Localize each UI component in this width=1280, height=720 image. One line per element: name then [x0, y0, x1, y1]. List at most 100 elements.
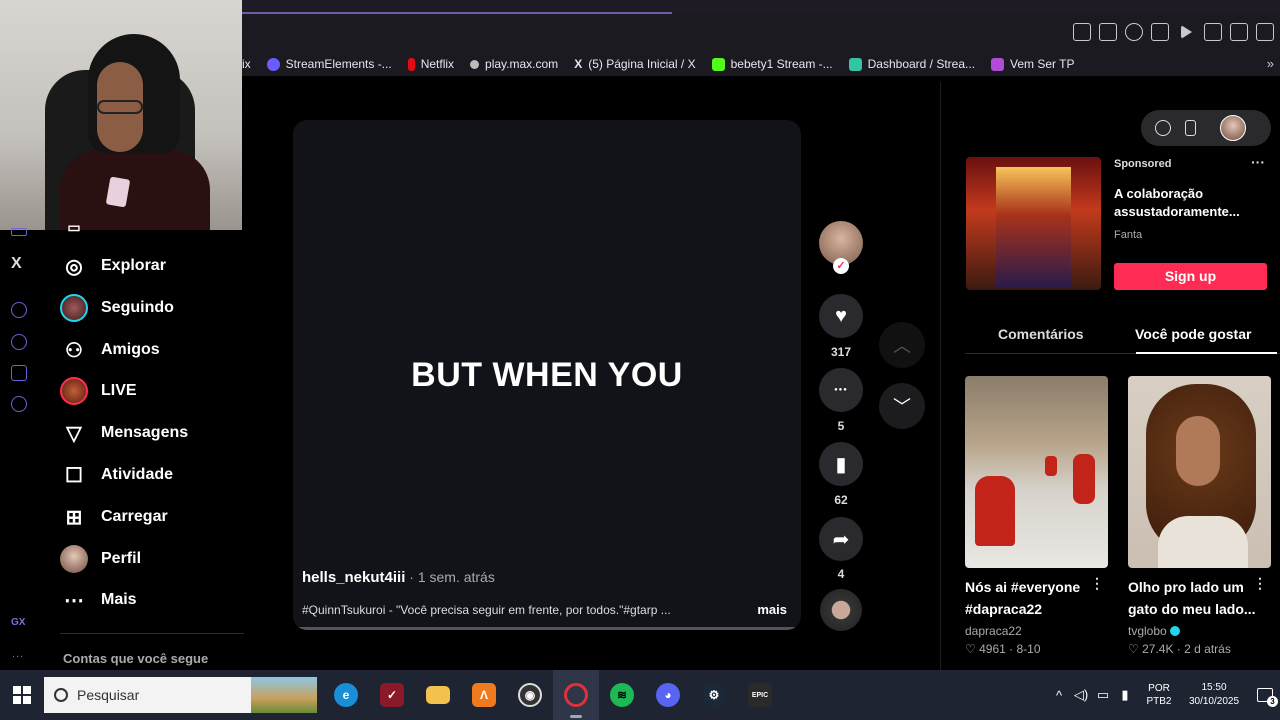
gx-icon[interactable]: GX [11, 617, 25, 628]
nav-label: Explorar [101, 257, 166, 274]
author-name: tvglobo [1128, 624, 1167, 638]
network-icon[interactable]: ▭ [1092, 687, 1114, 703]
tab-you-may-like[interactable]: Você pode gostar [1135, 326, 1251, 342]
translate-icon[interactable] [1151, 23, 1169, 41]
taskbar-app[interactable]: ≋ [599, 670, 645, 720]
taskbar-app[interactable]: Λ [461, 670, 507, 720]
recommendation-card[interactable]: Olho pro lado um gato do meu lado... ⋮ t… [1128, 376, 1271, 656]
shield-icon[interactable] [1125, 23, 1143, 41]
ad-brand: Fanta [1114, 229, 1143, 241]
rail-more-icon[interactable]: ... [12, 648, 24, 660]
more-button[interactable]: mais [757, 602, 787, 617]
player-icon[interactable] [11, 302, 27, 318]
comment-count: 5 [837, 419, 845, 433]
bookmark-dashboard[interactable]: Dashboard / Strea... [848, 57, 975, 71]
bookmark-vem-ser-tp[interactable]: Vem Ser TP [991, 57, 1075, 71]
nav-explorar[interactable]: ◎ Explorar [60, 251, 166, 281]
recommendation-author[interactable]: dapraca22 [965, 624, 1108, 638]
notifications-button[interactable]: 3 [1250, 683, 1280, 707]
bookmark-partial[interactable]: ix [242, 57, 251, 71]
follow-check-icon[interactable]: ✓ [833, 258, 849, 274]
bookmarks-overflow-icon[interactable]: » [1267, 56, 1274, 71]
bookmark-streamelements[interactable]: StreamElements -... [266, 57, 392, 71]
recommendation-thumbnail[interactable] [1128, 376, 1271, 568]
taskbar-app[interactable]: EPIC [737, 670, 783, 720]
search-icon [54, 688, 68, 702]
account-icon[interactable] [1204, 23, 1222, 41]
nav-atividade[interactable]: ☐ Atividade [60, 460, 173, 490]
taskbar-app[interactable]: ✓ [369, 670, 415, 720]
friends-icon: ⚇ [65, 339, 83, 362]
save-button[interactable]: ▮ [819, 442, 863, 486]
folder-icon [426, 686, 450, 704]
recommendation-options-icon[interactable]: ⋮ [1090, 575, 1104, 592]
extensions-icon[interactable] [11, 365, 27, 381]
save-count: 62 [834, 493, 848, 507]
language-indicator[interactable]: POR PTB2 [1142, 682, 1176, 708]
taskbar-app[interactable] [415, 670, 461, 720]
browser-tab-strip[interactable] [242, 0, 1280, 14]
bookmark-netflix[interactable]: Netflix [407, 57, 454, 71]
volume-icon[interactable]: ◁) [1070, 687, 1092, 703]
ad-options-icon[interactable]: ··· [1251, 154, 1265, 170]
taskbar-clock[interactable]: 15:50 30/10/2025 [1182, 681, 1246, 709]
pin-icon[interactable] [1073, 23, 1091, 41]
nav-partial-item[interactable]: ▭ [60, 218, 101, 236]
like-button[interactable]: ♥ [819, 294, 863, 338]
comment-button[interactable]: ●●● [819, 368, 863, 412]
taskbar-search[interactable]: Pesquisar [44, 677, 317, 713]
sign-up-button[interactable]: Sign up [1114, 263, 1267, 290]
account-avatar[interactable] [1220, 115, 1246, 141]
tab-comments[interactable]: Comentários [998, 326, 1084, 342]
nav-carregar[interactable]: ⊞ Carregar [60, 502, 168, 532]
taskbar-app[interactable]: e [323, 670, 369, 720]
taskbar-app[interactable] [553, 670, 599, 720]
share-button[interactable]: ➦ [819, 517, 863, 561]
woman-top [1158, 516, 1248, 568]
nav-mensagens[interactable]: ▽ Mensagens [60, 418, 188, 448]
x-icon: X [574, 57, 583, 71]
nav-seguindo[interactable]: Seguindo [60, 293, 174, 323]
chevron-up-icon[interactable]: ^ [1048, 688, 1070, 703]
video-author[interactable]: hells_nekut4iii · 1 sem. atrás [302, 569, 495, 586]
twitch-icon[interactable] [11, 228, 27, 236]
music-disc-icon[interactable] [820, 589, 862, 631]
compass-icon[interactable] [1155, 120, 1171, 136]
bookmark-max[interactable]: play.max.com [470, 57, 558, 71]
microphone-icon[interactable]: ▮ [1114, 687, 1136, 703]
bookmark-kick[interactable]: bebety1 Stream -... [711, 57, 833, 71]
device-icon[interactable] [1185, 120, 1196, 136]
next-video-button[interactable]: ﹀ [879, 383, 925, 429]
play-icon[interactable] [1181, 25, 1192, 39]
nav-perfil[interactable]: Perfil [60, 544, 141, 574]
recommendation-card[interactable]: Nós ai #everyone #dapraca22 ⋮ dapraca22 … [965, 376, 1108, 656]
nav-label: LIVE [101, 382, 137, 399]
author-name[interactable]: hells_nekut4iii [302, 569, 405, 586]
previous-video-button[interactable]: ︿ [879, 322, 925, 368]
video-player[interactable]: BUT WHEN YOU hells_nekut4iii · 1 sem. at… [293, 120, 801, 630]
taskbar-app[interactable]: ◉ [507, 670, 553, 720]
menu-icon[interactable] [1256, 23, 1274, 41]
bookmark-x[interactable]: X (5) Página Inicial / X [574, 57, 695, 71]
nav-live[interactable]: LIVE [60, 376, 137, 406]
recommendation-author[interactable]: tvglobo [1128, 624, 1271, 638]
nav-amigos[interactable]: ⚇ Amigos [60, 335, 160, 365]
taskbar-app[interactable]: ◕ [645, 670, 691, 720]
taskbar-app[interactable]: ⚙ [691, 670, 737, 720]
ad-thumbnail-art [996, 167, 1071, 287]
nav-label: Amigos [101, 341, 160, 358]
start-button[interactable] [0, 670, 44, 720]
recommendation-options-icon[interactable]: ⋮ [1253, 575, 1267, 592]
recommendation-thumbnail[interactable] [965, 376, 1108, 568]
screenshot-icon[interactable] [1099, 23, 1117, 41]
download-icon[interactable] [1230, 23, 1248, 41]
nav-mais[interactable]: ⋯ Mais [60, 585, 137, 615]
netflix-icon [407, 57, 415, 71]
history-icon[interactable] [11, 334, 27, 350]
settings-icon[interactable] [11, 396, 27, 412]
x-icon[interactable]: X [11, 255, 22, 273]
video-progress-bar[interactable] [297, 627, 797, 630]
chevron-down-icon: ﹀ [893, 397, 911, 417]
ad-title[interactable]: A colaboração assustadoramente... [1114, 185, 1254, 221]
ad-thumbnail[interactable] [966, 157, 1101, 290]
